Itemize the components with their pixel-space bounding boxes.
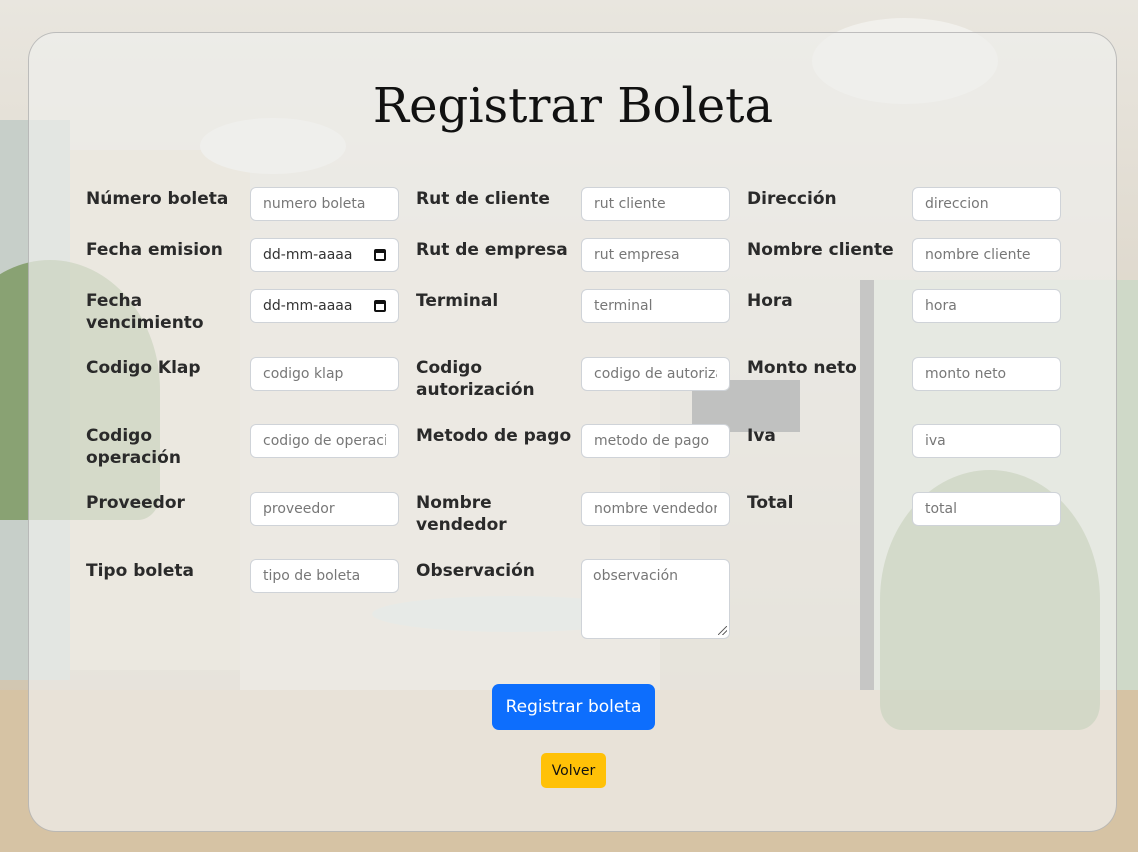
- page-title: Registrar Boleta: [372, 78, 774, 134]
- label-monto-neto: Monto neto: [747, 358, 857, 378]
- rut-cliente-input[interactable]: [581, 187, 730, 221]
- iva-input[interactable]: [912, 424, 1061, 458]
- monto-neto-input[interactable]: [912, 357, 1061, 391]
- date-value: dd-mm-aaaa: [263, 298, 353, 314]
- label-observacion: Observación: [416, 561, 535, 581]
- observacion-textarea[interactable]: [581, 559, 730, 639]
- codigo-klap-input[interactable]: [250, 357, 399, 391]
- calendar-icon[interactable]: [374, 300, 386, 312]
- date-value: dd-mm-aaaa: [263, 247, 353, 263]
- label-fecha-emision: Fecha emision: [86, 240, 223, 260]
- nombre-cliente-input[interactable]: [912, 238, 1061, 272]
- label-total: Total: [747, 493, 794, 513]
- tipo-boleta-input[interactable]: [250, 559, 399, 593]
- label-codigo-autorizacion: Codigo autorización: [416, 358, 535, 400]
- metodo-pago-input[interactable]: [581, 424, 730, 458]
- fecha-vencimiento-input[interactable]: dd-mm-aaaa: [250, 289, 399, 323]
- rut-empresa-input[interactable]: [581, 238, 730, 272]
- calendar-icon[interactable]: [374, 249, 386, 261]
- label-nombre-cliente: Nombre cliente: [747, 240, 894, 260]
- label-metodo-pago: Metodo de pago: [416, 426, 572, 446]
- terminal-input[interactable]: [581, 289, 730, 323]
- direccion-input[interactable]: [912, 187, 1061, 221]
- label-tipo-boleta: Tipo boleta: [86, 561, 194, 581]
- total-input[interactable]: [912, 492, 1061, 526]
- volver-button[interactable]: Volver: [541, 753, 606, 788]
- fecha-emision-input[interactable]: dd-mm-aaaa: [250, 238, 399, 272]
- registrar-boleta-button[interactable]: Registrar boleta: [492, 684, 655, 730]
- proveedor-input[interactable]: [250, 492, 399, 526]
- nombre-vendedor-input[interactable]: [581, 492, 730, 526]
- label-proveedor: Proveedor: [86, 493, 185, 513]
- codigo-operacion-input[interactable]: [250, 424, 399, 458]
- numero-boleta-input[interactable]: [250, 187, 399, 221]
- label-iva: Iva: [747, 426, 776, 446]
- label-rut-cliente: Rut de cliente: [416, 189, 550, 209]
- label-numero-boleta: Número boleta: [86, 189, 229, 209]
- label-nombre-vendedor: Nombre vendedor: [416, 493, 507, 535]
- resize-handle-icon[interactable]: [718, 626, 727, 635]
- hora-input[interactable]: [912, 289, 1061, 323]
- label-terminal: Terminal: [416, 291, 499, 311]
- label-hora: Hora: [747, 291, 793, 311]
- label-direccion: Dirección: [747, 189, 837, 209]
- label-fecha-vencimiento: Fecha vencimiento: [86, 291, 204, 333]
- label-codigo-klap: Codigo Klap: [86, 358, 201, 378]
- label-codigo-operacion: Codigo operación: [86, 426, 181, 468]
- codigo-autorizacion-input[interactable]: [581, 357, 730, 391]
- label-rut-empresa: Rut de empresa: [416, 240, 568, 260]
